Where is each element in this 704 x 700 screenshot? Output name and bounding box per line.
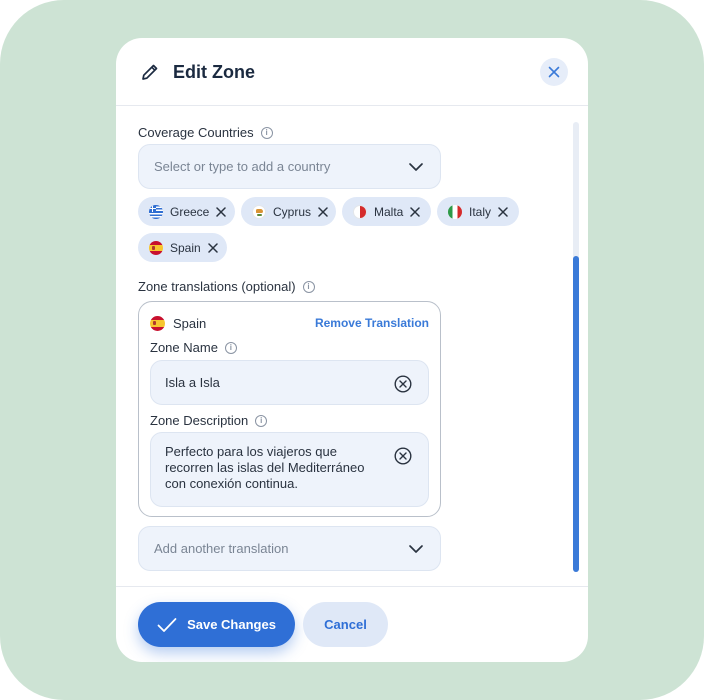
clear-input-icon[interactable] bbox=[394, 375, 412, 393]
zone-description-label: Zone Description i bbox=[150, 413, 268, 428]
chip-cyprus: Cyprus bbox=[241, 197, 336, 226]
chip-malta: Malta bbox=[342, 197, 431, 226]
spain-flag-icon bbox=[150, 316, 165, 331]
modal-header: Edit Zone bbox=[116, 38, 588, 106]
country-select[interactable]: Select or type to add a country bbox=[138, 144, 441, 189]
remove-chip-icon[interactable] bbox=[498, 206, 508, 217]
remove-chip-icon[interactable] bbox=[216, 206, 227, 217]
zone-translations-label: Zone translations (optional) i bbox=[138, 279, 315, 294]
remove-chip-icon[interactable] bbox=[207, 242, 218, 253]
info-icon[interactable]: i bbox=[260, 126, 273, 139]
chip-label: Italy bbox=[469, 204, 492, 219]
pencil-icon bbox=[142, 64, 158, 80]
remove-chip-icon[interactable] bbox=[318, 206, 328, 217]
remove-chip-icon[interactable] bbox=[410, 206, 421, 217]
zone-name-label: Zone Name i bbox=[150, 340, 237, 355]
info-icon[interactable]: i bbox=[224, 341, 237, 354]
translation-language: Spain bbox=[150, 316, 206, 331]
modal-footer: Save Changes Cancel bbox=[116, 586, 588, 662]
chevron-down-icon bbox=[409, 163, 423, 171]
clear-input-icon[interactable] bbox=[394, 447, 412, 465]
coverage-countries-label: Coverage Countries i bbox=[138, 125, 273, 140]
greece-flag-icon bbox=[149, 204, 163, 219]
scrollbar-thumb[interactable] bbox=[573, 256, 579, 572]
close-icon bbox=[548, 66, 560, 78]
add-translation-placeholder: Add another translation bbox=[154, 541, 289, 556]
modal-title: Edit Zone bbox=[173, 62, 255, 82]
cancel-button[interactable]: Cancel bbox=[303, 602, 388, 647]
chip-label: Cyprus bbox=[273, 204, 312, 219]
check-icon bbox=[157, 617, 177, 632]
chip-italy: Italy bbox=[437, 197, 519, 226]
translation-card: Spain Remove Translation Zone Name i Isl… bbox=[138, 301, 441, 517]
add-translation-select[interactable]: Add another translation bbox=[138, 526, 441, 571]
malta-flag-icon bbox=[353, 204, 367, 219]
zone-name-value: Isla a Isla bbox=[165, 375, 220, 390]
save-changes-button[interactable]: Save Changes bbox=[138, 602, 295, 647]
chip-greece: Greece bbox=[138, 197, 235, 226]
country-select-placeholder: Select or type to add a country bbox=[154, 159, 331, 174]
edit-zone-modal: Edit Zone Coverage Countries i Select or… bbox=[116, 38, 588, 662]
chip-spain: Spain bbox=[138, 233, 227, 262]
chip-label: Greece bbox=[170, 204, 210, 219]
zone-name-input[interactable]: Isla a Isla bbox=[150, 360, 429, 405]
remove-translation-link[interactable]: Remove Translation bbox=[315, 316, 429, 330]
close-button[interactable] bbox=[540, 58, 568, 86]
info-icon[interactable]: i bbox=[255, 414, 268, 427]
cyprus-flag-icon bbox=[252, 204, 266, 219]
chip-label: Malta bbox=[374, 204, 404, 219]
chevron-down-icon bbox=[409, 545, 423, 553]
chip-label: Spain bbox=[170, 240, 201, 255]
zone-description-textarea[interactable]: Perfecto para los viajeros que recorren … bbox=[150, 432, 429, 507]
italy-flag-icon bbox=[448, 204, 462, 219]
info-icon[interactable]: i bbox=[302, 280, 315, 293]
zone-description-value: Perfecto para los viajeros que recorren … bbox=[165, 444, 365, 491]
spain-flag-icon bbox=[149, 240, 163, 255]
